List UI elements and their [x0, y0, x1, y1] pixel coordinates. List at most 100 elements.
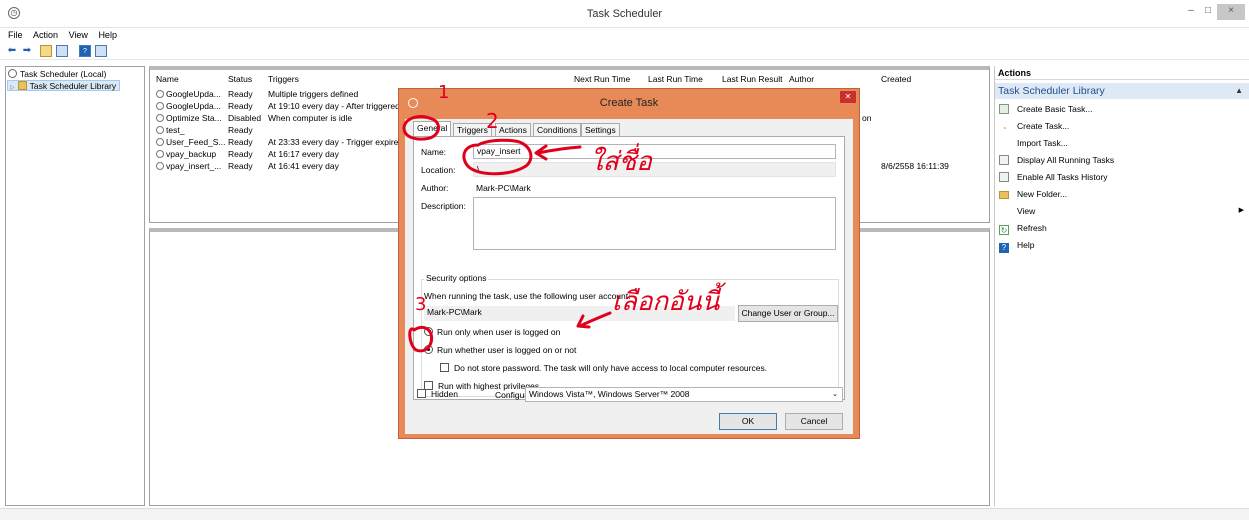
action-refresh[interactable]: ↻ Refresh: [999, 221, 1248, 235]
task-icon: [156, 126, 164, 134]
action-import-task[interactable]: Import Task...: [999, 136, 1248, 150]
help-icon: ?: [999, 243, 1009, 253]
task-status: Ready: [228, 137, 253, 147]
tab-settings[interactable]: Settings: [581, 123, 620, 137]
tab-general[interactable]: General: [413, 121, 452, 137]
radio-whether-logged-on[interactable]: Run whether user is logged on or not: [424, 345, 576, 355]
task-triggers: Multiple triggers defined: [268, 89, 359, 99]
dialog-title: Create Task: [599, 97, 659, 109]
col-header-name[interactable]: Name: [156, 74, 179, 84]
col-header-triggers[interactable]: Triggers: [268, 74, 299, 84]
action-label: Import Task...: [1017, 138, 1068, 148]
change-user-button[interactable]: Change User or Group...: [738, 305, 838, 322]
action-enable-history[interactable]: Enable All Tasks History: [999, 170, 1248, 184]
title-bar: ◷ Task Scheduler – □ ×: [0, 0, 1249, 28]
dialog-body: General Triggers Actions Conditions Sett…: [405, 119, 853, 434]
task-status: Ready: [228, 161, 253, 171]
action-create-basic-task[interactable]: Create Basic Task...: [999, 102, 1248, 116]
checkbox[interactable]: [417, 389, 426, 398]
location-label: Location:: [421, 165, 456, 175]
hidden-label: Hidden: [431, 389, 458, 399]
action-view[interactable]: View ▶: [999, 204, 1248, 218]
expand-arrow-icon[interactable]: ▷: [10, 85, 15, 91]
col-header-last-run[interactable]: Last Run Time: [648, 74, 703, 84]
task-name: User_Feed_S...: [166, 137, 226, 147]
col-header-next-run[interactable]: Next Run Time: [574, 74, 630, 84]
task-triggers: At 16:17 every day: [268, 149, 339, 159]
action-new-folder[interactable]: New Folder...: [999, 187, 1248, 201]
name-field[interactable]: vpay_insert: [473, 144, 836, 159]
clock-icon: [8, 69, 17, 78]
chevron-down-icon: ⌄: [832, 391, 838, 398]
blank-icon: [999, 206, 1009, 216]
tab-conditions[interactable]: Conditions: [533, 123, 582, 137]
blank-icon: [999, 138, 1009, 148]
minimize-button[interactable]: –: [1183, 4, 1199, 20]
task-icon: ◔: [1001, 124, 1007, 133]
tree-root-label: Task Scheduler (Local): [20, 69, 107, 79]
radio-logged-on[interactable]: Run only when user is logged on: [424, 327, 560, 337]
checkbox[interactable]: [440, 363, 449, 372]
help-icon[interactable]: ?: [79, 45, 91, 57]
menu-view[interactable]: View: [69, 28, 88, 42]
show-hide-action-pane-icon[interactable]: [95, 45, 107, 57]
task-created: 8/6/2558 16:11:39: [881, 161, 949, 171]
location-field: \: [473, 162, 836, 177]
col-header-created[interactable]: Created: [881, 74, 911, 84]
radio-logged-on-label: Run only when user is logged on: [437, 327, 561, 337]
description-field[interactable]: [473, 197, 836, 250]
actions-section-library[interactable]: Task Scheduler Library ▲: [995, 83, 1249, 99]
col-header-status[interactable]: Status: [228, 74, 252, 84]
menu-bar: File Action View Help: [0, 28, 1249, 42]
action-display-running[interactable]: Display All Running Tasks: [999, 153, 1248, 167]
collapse-up-icon[interactable]: ▲: [1235, 83, 1243, 99]
back-icon[interactable]: ⬅: [6, 45, 18, 57]
submenu-arrow-icon: ▶: [1238, 207, 1244, 214]
task-icon: [156, 90, 164, 98]
up-folder-icon[interactable]: [40, 45, 52, 57]
actions-section-label: Task Scheduler Library: [998, 85, 1105, 97]
tab-actions[interactable]: Actions: [495, 123, 531, 137]
create-task-dialog: Create Task ✕ General Triggers Actions C…: [398, 88, 860, 439]
action-create-task[interactable]: ◔ Create Task...: [999, 119, 1248, 133]
action-label: Display All Running Tasks: [1017, 155, 1115, 165]
col-header-last-result[interactable]: Last Run Result: [722, 74, 782, 84]
history-icon: [999, 172, 1009, 182]
folder-icon: [17, 81, 27, 90]
ok-button[interactable]: OK: [719, 413, 777, 430]
radio-button-selected[interactable]: [424, 345, 433, 354]
tree-item-library[interactable]: ▷ Task Scheduler Library: [7, 80, 121, 91]
task-status: Ready: [228, 89, 253, 99]
task-name: vpay_backup: [166, 149, 217, 159]
author-label: Author:: [421, 183, 449, 193]
col-header-author[interactable]: Author: [789, 74, 814, 84]
menu-help[interactable]: Help: [98, 28, 117, 42]
status-bar: [0, 508, 1249, 520]
user-account-field: Mark-PC\Mark: [424, 306, 735, 321]
tree-root[interactable]: Task Scheduler (Local): [8, 69, 106, 80]
action-help[interactable]: ? Help: [999, 238, 1248, 253]
security-prompt: When running the task, use the following…: [424, 291, 631, 301]
no-store-password-option[interactable]: Do not store password. The task will onl…: [440, 363, 767, 373]
show-hide-tree-icon[interactable]: [56, 45, 68, 57]
security-options-title: Security options: [424, 273, 489, 283]
wizard-icon: [999, 104, 1009, 114]
action-label: Create Task...: [1017, 121, 1070, 131]
action-label: Help: [1017, 240, 1035, 250]
menu-action[interactable]: Action: [33, 28, 58, 42]
tab-triggers[interactable]: Triggers: [453, 123, 492, 137]
toolbar: ⬅ ➡ ?: [0, 42, 1249, 60]
action-label: Refresh: [1017, 223, 1047, 233]
hidden-option[interactable]: Hidden: [417, 389, 458, 399]
cancel-button[interactable]: Cancel: [785, 413, 843, 430]
dialog-close-button[interactable]: ✕: [840, 91, 856, 103]
task-status: Disabled: [228, 113, 262, 123]
maximize-button[interactable]: □: [1200, 4, 1216, 20]
configure-for-select[interactable]: Windows Vista™, Windows Server™ 2008 ⌄: [525, 387, 843, 402]
task-name: vpay_insert_...: [166, 161, 222, 171]
close-button[interactable]: ×: [1217, 4, 1245, 20]
forward-icon[interactable]: ➡: [21, 45, 33, 57]
description-label: Description:: [421, 201, 466, 211]
radio-button[interactable]: [424, 327, 433, 336]
menu-file[interactable]: File: [8, 28, 23, 42]
